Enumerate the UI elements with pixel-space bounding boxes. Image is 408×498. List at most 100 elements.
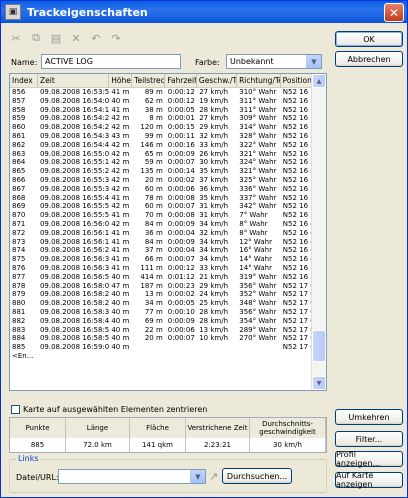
cell-leg-speed: 21 km/h xyxy=(199,272,229,281)
table-row[interactable]: <En... xyxy=(10,352,326,361)
table-row[interactable]: 870 09.08.2008 16:55:57 41 m 70 m 0:00:08 31 … xyxy=(10,211,326,220)
cell-leg-direction: 309° Wahr xyxy=(239,114,277,123)
show-profile-button[interactable]: Profil anzeigen... xyxy=(335,450,403,468)
table-row[interactable]: 879 09.08.2008 16:58:25 40 m 13 m 0:00:02 24 … xyxy=(10,290,326,299)
color-select[interactable]: Unbekannt ▼ xyxy=(226,54,322,69)
table-row[interactable]: 869 09.08.2008 16:55:50 42 m 60 m 0:00:07 31 … xyxy=(10,202,326,211)
cell-leg-distance xyxy=(132,343,166,352)
chevron-down-icon[interactable]: ▼ xyxy=(190,470,205,483)
cell-altitude: 42 m xyxy=(111,140,130,149)
table-row[interactable]: 866 09.08.2008 16:55:34 42 m 20 m 0:00:02 37 … xyxy=(10,176,326,185)
table-row[interactable]: 857 09.08.2008 16:54:09 40 m 62 m 0:00:12 19 … xyxy=(10,97,326,106)
filter-button[interactable]: Filter... xyxy=(335,431,403,447)
cell-index: 869 xyxy=(12,202,26,211)
table-row[interactable]: 873 09.08.2008 16:56:18 41 m 84 m 0:00:09 34 … xyxy=(10,238,326,247)
cancel-button[interactable]: Abbrechen xyxy=(335,51,403,67)
cell-leg-distance: 37 m xyxy=(144,246,163,255)
col-time[interactable]: Zeit xyxy=(38,74,110,87)
table-row[interactable]: 881 09.08.2008 16:58:32 40 m 77 m 0:00:10 28 … xyxy=(10,308,326,317)
table-row[interactable]: 871 09.08.2008 16:56:05 42 m 84 m 0:00:09 34 … xyxy=(10,220,326,229)
cell-leg-distance: 62 m xyxy=(144,96,163,105)
table-row[interactable]: 867 09.08.2008 16:55:36 42 m 60 m 0:00:06 36 … xyxy=(10,185,326,194)
table-row[interactable]: 859 09.08.2008 16:54:21 42 m 8 m 0:00:01 27 k… xyxy=(10,114,326,123)
col-altitude[interactable]: Höhe xyxy=(109,74,133,87)
table-row[interactable]: 865 09.08.2008 16:55:20 42 m 135 m 0:00:14 35… xyxy=(10,167,326,176)
cell-time: 09.08.2008 16:56:27 xyxy=(39,246,110,255)
scroll-up-icon[interactable]: ▲ xyxy=(312,74,326,88)
cell-leg-direction: 289° Wahr xyxy=(239,325,277,334)
redo-icon[interactable]: ↷ xyxy=(109,31,123,45)
table-row[interactable]: 861 09.08.2008 16:54:37 43 m 99 m 0:00:11 32 … xyxy=(10,132,326,141)
table-row[interactable]: 876 09.08.2008 16:56:38 41 m 111 m 0:00:12 33… xyxy=(10,264,326,273)
show-on-map-button[interactable]: Auf Karte anzeigen xyxy=(335,471,403,489)
col-index[interactable]: Index xyxy=(10,74,39,87)
cell-index: 856 xyxy=(12,88,26,96)
chevron-down-icon[interactable]: ▼ xyxy=(306,55,321,68)
cell-leg-speed: 34 km/h xyxy=(199,255,229,264)
col-leg-speed[interactable]: Geschw./Teil xyxy=(197,74,238,87)
cell-leg-speed xyxy=(197,343,237,352)
cell-leg-speed: 32 km/h xyxy=(199,131,229,140)
scroll-thumb[interactable] xyxy=(312,330,326,362)
center-map-label[interactable]: Karte auf ausgewählten Elementen zentrie… xyxy=(23,405,207,414)
undo-icon[interactable]: ↶ xyxy=(89,31,103,45)
cell-time: 09.08.2008 16:58:32 xyxy=(39,307,110,316)
track-statistics: Punkte Länge Fläche Verstrichene Zeit Du… xyxy=(9,417,327,453)
table-row[interactable]: 875 09.08.2008 16:56:31 41 m 66 m 0:00:07 34 … xyxy=(10,255,326,264)
paste-icon[interactable]: ▤ xyxy=(49,31,63,45)
table-row[interactable]: 863 09.08.2008 16:55:04 42 m 65 m 0:00:09 26 … xyxy=(10,150,326,159)
cell-leg-direction: 352° Wahr xyxy=(239,290,277,299)
table-row[interactable]: 858 09.08.2008 16:54:16 41 m 38 m 0:00:05 28 … xyxy=(10,106,326,115)
table-row[interactable]: 860 09.08.2008 16:54:22 42 m 120 m 0:00:15 29… xyxy=(10,123,326,132)
ok-button[interactable]: OK xyxy=(335,31,403,47)
vertical-scrollbar[interactable]: ▲ ▼ xyxy=(311,74,326,390)
cell-index: 865 xyxy=(12,167,26,176)
table-row[interactable]: 88509.08.2008 16:59:0440 mN52 17 09.6 E xyxy=(10,343,326,352)
cell-altitude: 41 m xyxy=(111,263,130,272)
table-row[interactable]: 883 09.08.2008 16:58:51 40 m 22 m 0:00:06 13 … xyxy=(10,326,326,335)
cell-time: 09.08.2008 16:56:18 xyxy=(39,237,110,246)
col-leg-distance[interactable]: Teilstrecke xyxy=(132,74,166,87)
cell-leg-time: 0:00:09 xyxy=(167,219,195,228)
cell-leg-speed: 32 km/h xyxy=(199,228,229,237)
stat-avg-speed: 30 km/h xyxy=(250,438,326,452)
table-row[interactable]: 856 09.08.2008 16:53:57 41 m 89 m 0:00:12 27 … xyxy=(10,88,326,97)
cell-leg-time: 0:00:05 xyxy=(167,105,195,114)
delete-icon[interactable]: ✕ xyxy=(69,31,83,45)
table-row[interactable]: 862 09.08.2008 16:54:48 42 m 146 m 0:00:16 33… xyxy=(10,141,326,150)
table-row[interactable]: 868 09.08.2008 16:55:42 41 m 78 m 0:00:08 35 … xyxy=(10,194,326,203)
center-map-checkbox[interactable] xyxy=(11,405,20,414)
close-button[interactable]: ✕ xyxy=(384,3,404,22)
table-row[interactable]: 874 09.08.2008 16:56:27 41 m 37 m 0:00:04 34 … xyxy=(10,246,326,255)
reverse-button[interactable]: Umkehren xyxy=(335,409,403,425)
url-select[interactable]: ▼ xyxy=(58,469,206,484)
cut-icon[interactable]: ✂ xyxy=(9,31,23,45)
cell-altitude: 42 m xyxy=(111,149,130,158)
cell-index: 862 xyxy=(12,140,26,149)
table-row[interactable]: 882 09.08.2008 16:58:42 40 m 69 m 0:00:09 28 … xyxy=(10,317,326,326)
table-row[interactable]: 872 09.08.2008 16:56:14 41 m 36 m 0:00:04 32 … xyxy=(10,229,326,238)
cell-altitude: 40 m xyxy=(111,325,130,334)
track-points-table[interactable]: Index Zeit Höhe Teilstrecke Fahrzeit Ges… xyxy=(9,73,327,391)
browse-button[interactable]: Durchsuchen... xyxy=(222,468,292,484)
col-leg-direction[interactable]: Richtung/Teil xyxy=(237,74,281,87)
name-field[interactable]: ACTIVE LOG xyxy=(41,54,181,69)
cell-index: 880 xyxy=(12,299,26,308)
table-row[interactable]: 877 09.08.2008 16:56:50 40 m 414 m 0:01:12 21… xyxy=(10,273,326,282)
table-row[interactable]: 878 09.08.2008 16:58:02 47 m 187 m 0:00:23 29… xyxy=(10,282,326,291)
table-row[interactable]: 864 09.08.2008 16:55:13 42 m 59 m 0:00:07 30 … xyxy=(10,158,326,167)
col-leg-time[interactable]: Fahrzeit xyxy=(165,74,197,87)
copy-icon[interactable]: ⧉ xyxy=(29,31,43,45)
cell-altitude: 41 m xyxy=(111,193,130,202)
cell-leg-speed: 29 km/h xyxy=(199,123,229,132)
cell-leg-distance: 78 m xyxy=(144,193,163,202)
cell-index: 874 xyxy=(12,246,26,255)
table-row[interactable]: 884 09.08.2008 16:58:57 40 m 20 m 0:00:07 10 … xyxy=(10,334,326,343)
open-link-icon[interactable]: ↗ xyxy=(209,470,218,483)
cell-time: 09.08.2008 16:54:48 xyxy=(39,140,110,149)
table-row[interactable]: 880 09.08.2008 16:58:27 40 m 34 m 0:00:05 25 … xyxy=(10,299,326,308)
cell-leg-time: 0:00:02 xyxy=(167,290,195,299)
cell-leg-time: 0:00:06 xyxy=(167,184,195,193)
scroll-down-icon[interactable]: ▼ xyxy=(312,376,326,390)
cell-leg-time: 0:00:04 xyxy=(167,228,195,237)
